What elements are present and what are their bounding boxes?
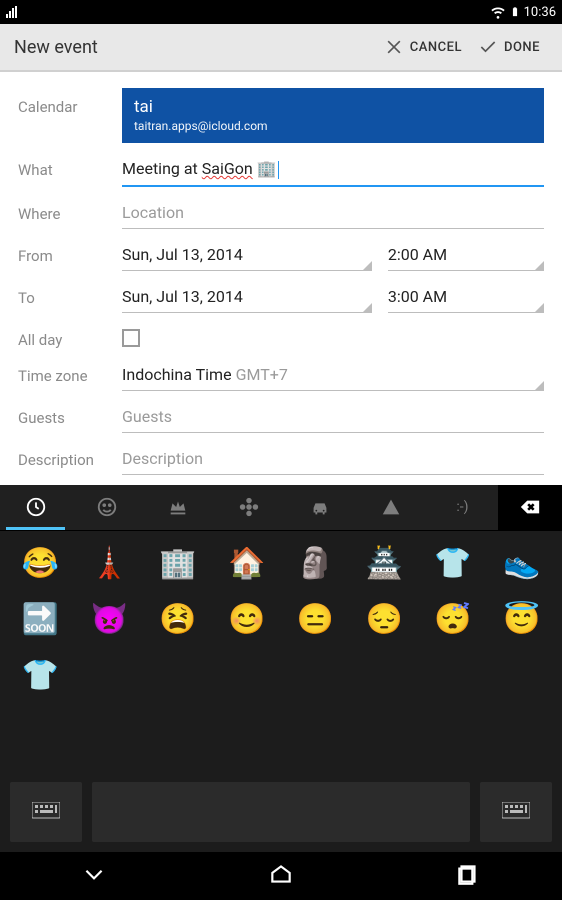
description-label: Description (18, 441, 122, 469)
app-header: New event CANCEL DONE (0, 24, 562, 72)
emoji-row: 🔜👿😫😊😑😔😴😇 (6, 595, 556, 645)
from-date-picker[interactable]: Sun, Jul 13, 2014 (122, 237, 372, 271)
tab-recent[interactable] (0, 485, 71, 530)
close-icon (384, 37, 404, 57)
done-button[interactable]: DONE (470, 37, 548, 57)
emoji-row: 👕 (6, 651, 556, 701)
check-icon (478, 37, 498, 57)
emoji-key[interactable]: 😔 (350, 595, 419, 645)
flower-icon (238, 496, 260, 518)
description-input[interactable]: Description (122, 441, 544, 475)
calendar-email: taitran.apps@icloud.com (134, 119, 532, 133)
emoji-key[interactable]: 🏯 (350, 539, 419, 589)
emoji-key (419, 651, 488, 701)
what-input[interactable]: Meeting at SaiGon 🏢 (122, 151, 544, 187)
emoji-key[interactable]: 👿 (75, 595, 144, 645)
backspace-key[interactable] (498, 485, 562, 530)
timezone-picker[interactable]: Indochina TimeGMT+7 (122, 357, 544, 391)
home-icon (268, 861, 294, 887)
emoji-key[interactable]: 😂 (6, 539, 75, 589)
timezone-label: Time zone (18, 357, 122, 385)
backspace-icon (519, 496, 541, 518)
emoji-key[interactable]: 🏠 (212, 539, 281, 589)
emoji-key[interactable]: 👟 (487, 539, 556, 589)
recent-apps-icon (455, 861, 481, 887)
guests-input[interactable]: Guests (122, 399, 544, 433)
tab-emoticons[interactable]: :-) (427, 485, 498, 530)
face-icon (96, 496, 118, 518)
nav-home[interactable] (268, 861, 294, 891)
keyboard-icon (502, 802, 530, 822)
emoji-key[interactable]: 😑 (281, 595, 350, 645)
space-key[interactable] (92, 782, 470, 842)
emoji-key[interactable]: 🗿 (281, 539, 350, 589)
to-label: To (18, 279, 122, 307)
where-input[interactable]: Location (122, 195, 544, 229)
emoji-key[interactable]: 🗼 (75, 539, 144, 589)
keyboard-icon (32, 802, 60, 822)
event-form: Calendar tai taitran.apps@icloud.com Wha… (0, 72, 562, 485)
clock-icon (25, 496, 47, 518)
calendar-picker[interactable]: tai taitran.apps@icloud.com (122, 88, 544, 143)
signal-icon (6, 6, 17, 18)
emoji-category-tabs: :-) (0, 485, 562, 531)
chevron-down-icon (81, 861, 107, 887)
emoji-key (144, 651, 213, 701)
emoji-key (350, 651, 419, 701)
emoji-key (281, 651, 350, 701)
calendar-name: tai (134, 97, 532, 117)
emoji-key[interactable]: 😇 (487, 595, 556, 645)
nav-recent[interactable] (455, 861, 481, 891)
to-date-picker[interactable]: Sun, Jul 13, 2014 (122, 279, 372, 313)
emoji-key[interactable]: 🏢 (144, 539, 213, 589)
emoji-key[interactable]: 😴 (419, 595, 488, 645)
emoji-key (75, 651, 144, 701)
tab-objects[interactable] (142, 485, 213, 530)
what-label: What (18, 151, 122, 179)
cancel-button[interactable]: CANCEL (376, 37, 470, 57)
triangle-icon (380, 496, 402, 518)
emoji-row: 😂🗼🏢🏠🗿🏯👕👟 (6, 539, 556, 589)
emoji-key[interactable]: 🔜 (6, 595, 75, 645)
emoji-key (212, 651, 281, 701)
switch-keyboard-right[interactable] (480, 782, 552, 842)
emoji-key[interactable]: 😫 (144, 595, 213, 645)
emoji-grid: 😂🗼🏢🏠🗿🏯👕👟🔜👿😫😊😑😔😴😇👕 (0, 531, 562, 772)
emoji-keyboard: :-) 😂🗼🏢🏠🗿🏯👕👟🔜👿😫😊😑😔😴😇👕 (0, 485, 562, 852)
switch-keyboard-left[interactable] (10, 782, 82, 842)
guests-label: Guests (18, 399, 122, 427)
emoji-key (487, 651, 556, 701)
calendar-label: Calendar (18, 88, 122, 116)
tab-symbols[interactable] (356, 485, 427, 530)
car-icon (309, 496, 331, 518)
emoji-key[interactable]: 👕 (6, 651, 75, 701)
nav-back[interactable] (81, 861, 107, 891)
text-caret (278, 161, 279, 179)
allday-label: All day (18, 321, 122, 349)
emoji-key[interactable]: 😊 (212, 595, 281, 645)
tab-faces[interactable] (71, 485, 142, 530)
tab-nature[interactable] (213, 485, 284, 530)
android-nav-bar (0, 852, 562, 900)
from-label: From (18, 237, 122, 265)
allday-checkbox[interactable] (122, 329, 140, 347)
to-time-picker[interactable]: 3:00 AM (388, 279, 544, 313)
status-bar: 10:36 (0, 0, 562, 24)
keyboard-bottom-row (0, 772, 562, 852)
battery-icon (510, 4, 520, 20)
from-time-picker[interactable]: 2:00 AM (388, 237, 544, 271)
header-title: New event (14, 37, 376, 58)
emoji-key[interactable]: 👕 (419, 539, 488, 589)
where-label: Where (18, 195, 122, 223)
tab-places[interactable] (285, 485, 356, 530)
clock-text: 10:36 (524, 5, 556, 20)
crown-icon (167, 496, 189, 518)
wifi-icon (490, 4, 506, 20)
